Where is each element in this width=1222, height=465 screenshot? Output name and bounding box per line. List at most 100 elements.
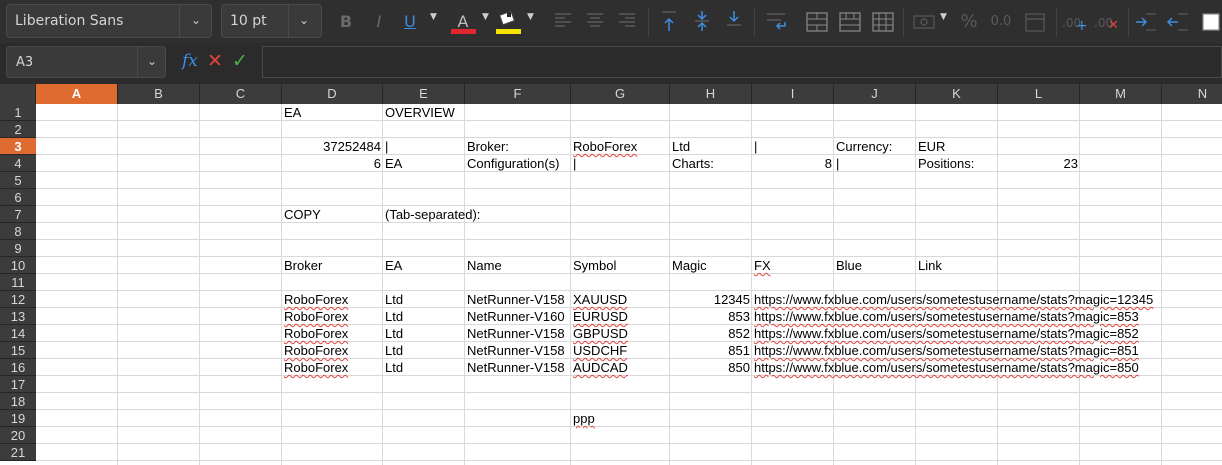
row-header-3[interactable]: 3 <box>0 138 36 155</box>
cell-f15[interactable]: NetRunner-V158 <box>467 342 565 359</box>
chevron-down-icon[interactable]: ⌄ <box>191 13 201 27</box>
cell-g3[interactable]: RoboForex <box>573 138 637 155</box>
column-header-i[interactable]: I <box>752 84 834 104</box>
cell-d12[interactable]: RoboForex <box>284 291 348 308</box>
row-header-9[interactable]: 9 <box>0 240 36 257</box>
cell-k4[interactable]: Positions: <box>918 155 974 172</box>
cell-k3[interactable]: EUR <box>918 138 945 155</box>
cell-d3[interactable]: 37252484 <box>282 138 381 155</box>
increase-indent-icon[interactable] <box>1134 11 1158 33</box>
bold-button[interactable]: B <box>334 10 358 34</box>
cell-h15[interactable]: 851 <box>670 342 750 359</box>
cell-f16[interactable]: NetRunner-V158 <box>467 359 565 376</box>
cell-l4[interactable]: 23 <box>998 155 1078 172</box>
row-header-13[interactable]: 13 <box>0 308 36 325</box>
cell-e16[interactable]: Ltd <box>385 359 403 376</box>
row-header-4[interactable]: 4 <box>0 155 36 172</box>
wrap-text-icon[interactable] <box>765 11 789 33</box>
accept-icon[interactable]: ✓ <box>232 50 248 72</box>
cell-g4[interactable]: | <box>573 155 576 172</box>
cell-f12[interactable]: NetRunner-V158 <box>467 291 565 308</box>
column-header-m[interactable]: M <box>1080 84 1162 104</box>
cell-h4[interactable]: Charts: <box>672 155 714 172</box>
cell-g13[interactable]: EURUSD <box>573 308 628 325</box>
cancel-icon[interactable]: ✕ <box>207 50 223 72</box>
cell-i10[interactable]: FX <box>754 257 771 274</box>
cell-g12[interactable]: XAUUSD <box>573 291 627 308</box>
cell-f3[interactable]: Broker: <box>467 138 509 155</box>
row-header-18[interactable]: 18 <box>0 393 36 410</box>
cell-d7[interactable]: COPY <box>284 206 321 223</box>
row-header-16[interactable]: 16 <box>0 359 36 376</box>
row-header-6[interactable]: 6 <box>0 189 36 206</box>
row-header-15[interactable]: 15 <box>0 342 36 359</box>
chevron-down-icon[interactable]: ⌄ <box>147 54 157 68</box>
column-header-l[interactable]: L <box>998 84 1080 104</box>
row-header-10[interactable]: 10 <box>0 257 36 274</box>
name-box[interactable]: A3 ⌄ <box>6 46 166 78</box>
row-header-21[interactable]: 21 <box>0 444 36 461</box>
chevron-down-icon[interactable]: ⌄ <box>299 13 309 27</box>
align-bottom-icon[interactable] <box>724 9 744 35</box>
percent-format-button[interactable]: % <box>957 10 981 34</box>
column-header-d[interactable]: D <box>282 84 383 104</box>
merge-center-icon[interactable] <box>839 11 861 33</box>
cell-d10[interactable]: Broker <box>284 257 322 274</box>
cell-h13[interactable]: 853 <box>670 308 750 325</box>
row-header-20[interactable]: 20 <box>0 427 36 444</box>
row-header-2[interactable]: 2 <box>0 121 36 138</box>
select-all-corner[interactable] <box>0 84 36 104</box>
cell-k10[interactable]: Link <box>918 257 942 274</box>
merge-cells-icon[interactable] <box>806 11 828 33</box>
row-header-14[interactable]: 14 <box>0 325 36 342</box>
delete-decimal-button[interactable]: .00 ✕ <box>1094 12 1122 36</box>
column-header-f[interactable]: F <box>465 84 571 104</box>
cell-i14[interactable]: https://www.fxblue.com/users/sometestuse… <box>754 325 1139 342</box>
column-header-j[interactable]: J <box>834 84 916 104</box>
column-header-c[interactable]: C <box>200 84 282 104</box>
column-header-b[interactable]: B <box>118 84 200 104</box>
row-header-7[interactable]: 7 <box>0 206 36 223</box>
cell-g19[interactable]: ppp <box>573 410 595 427</box>
cell-h16[interactable]: 850 <box>670 359 750 376</box>
row-header-5[interactable]: 5 <box>0 172 36 189</box>
cell-e4[interactable]: EA <box>385 155 402 172</box>
cell-h10[interactable]: Magic <box>672 257 707 274</box>
cell-d14[interactable]: RoboForex <box>284 325 348 342</box>
cell-e1[interactable]: OVERVIEW <box>385 104 455 121</box>
underline-button[interactable]: U <box>398 10 422 34</box>
cell-f14[interactable]: NetRunner-V158 <box>467 325 565 342</box>
cell-e3[interactable]: | <box>385 138 388 155</box>
cell-i3[interactable]: | <box>754 138 757 155</box>
cell-i13[interactable]: https://www.fxblue.com/users/sometestuse… <box>754 308 1139 325</box>
cell-h14[interactable]: 852 <box>670 325 750 342</box>
chevron-down-icon[interactable]: ▼ <box>527 12 534 22</box>
column-header-g[interactable]: G <box>571 84 670 104</box>
cell-i16[interactable]: https://www.fxblue.com/users/sometestuse… <box>754 359 1139 376</box>
cell-i12[interactable]: https://www.fxblue.com/users/sometestuse… <box>754 291 1153 308</box>
cell-f13[interactable]: NetRunner-V160 <box>467 308 565 325</box>
date-format-icon[interactable] <box>1024 11 1046 33</box>
cell-j4[interactable]: | <box>836 155 839 172</box>
column-header-a[interactable]: A <box>36 84 118 104</box>
cell-g10[interactable]: Symbol <box>573 257 616 274</box>
cell-j3[interactable]: Currency: <box>836 138 892 155</box>
column-header-h[interactable]: H <box>670 84 752 104</box>
add-decimal-button[interactable]: .00 + <box>1062 12 1090 36</box>
column-header-n[interactable]: N <box>1162 84 1222 104</box>
decrease-indent-icon[interactable] <box>1166 11 1190 33</box>
align-right-icon[interactable] <box>617 11 637 31</box>
function-wizard-icon[interactable]: fx <box>182 51 198 71</box>
align-middle-icon[interactable] <box>692 9 712 35</box>
column-header-k[interactable]: K <box>916 84 998 104</box>
cell-g14[interactable]: GBPUSD <box>573 325 628 342</box>
unmerge-cells-icon[interactable] <box>872 11 894 33</box>
column-header-e[interactable]: E <box>383 84 465 104</box>
cell-f4[interactable]: Configuration(s) <box>467 155 560 172</box>
borders-icon[interactable] <box>1200 11 1222 33</box>
cell-i15[interactable]: https://www.fxblue.com/users/sometestuse… <box>754 342 1139 359</box>
cell-g15[interactable]: USDCHF <box>573 342 627 359</box>
chevron-down-icon[interactable]: ▼ <box>940 12 947 22</box>
cell-e15[interactable]: Ltd <box>385 342 403 359</box>
font-name-combobox[interactable]: Liberation Sans ⌄ <box>6 4 212 38</box>
